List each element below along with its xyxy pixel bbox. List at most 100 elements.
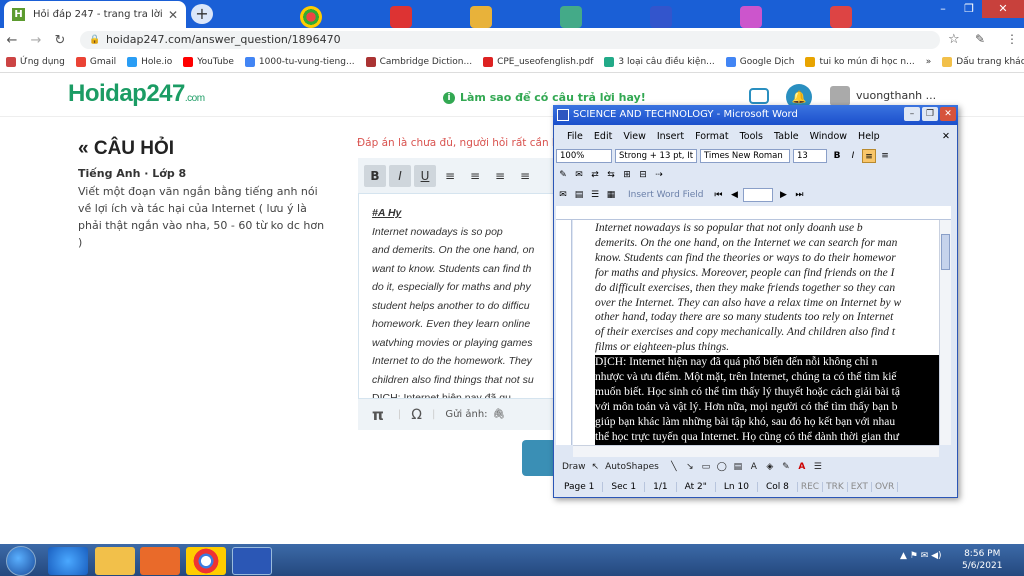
username[interactable]: vuongthanh ... xyxy=(856,89,936,102)
zoom-select[interactable]: 100% xyxy=(556,149,612,163)
select-pointer-icon[interactable]: ↖ xyxy=(592,462,600,472)
word-close-icon[interactable]: ✕ xyxy=(940,107,956,121)
align-center-icon[interactable]: ≡ xyxy=(464,165,486,187)
prev-record-icon[interactable]: ◀ xyxy=(727,188,741,202)
doc-icon[interactable]: ▤ xyxy=(572,188,586,202)
line-color-icon[interactable]: ✎ xyxy=(779,460,793,474)
menu-insert[interactable]: Insert xyxy=(657,131,684,142)
bookmark-more[interactable]: » xyxy=(926,57,932,67)
size-select[interactable]: 13 xyxy=(793,149,827,163)
menu-window[interactable]: Window xyxy=(810,131,847,142)
avatar[interactable] xyxy=(830,86,850,106)
word-align-center-icon[interactable]: ≡ xyxy=(878,149,892,163)
word-bold-button[interactable]: B xyxy=(830,149,844,163)
oval-icon[interactable]: ◯ xyxy=(715,460,729,474)
line-style-icon[interactable]: ☰ xyxy=(811,460,825,474)
site-logo[interactable]: Hoidap247.com xyxy=(68,80,205,108)
underline-button[interactable]: U xyxy=(414,164,436,187)
document-text[interactable]: Internet nowadays is so popular that not… xyxy=(595,221,939,445)
pi-button[interactable]: π xyxy=(372,406,384,424)
wordart-icon[interactable]: A xyxy=(747,460,761,474)
autoshapes-menu[interactable]: AutoShapes xyxy=(605,462,659,472)
align-left-icon[interactable]: ≡ xyxy=(439,165,461,187)
rectangle-icon[interactable]: ▭ xyxy=(699,460,713,474)
next-record-icon[interactable]: ▶ xyxy=(776,188,790,202)
back-arrow-icon[interactable]: ← xyxy=(0,33,24,48)
bookmark-cambridge[interactable]: Cambridge Diction... xyxy=(365,57,472,67)
record-input[interactable] xyxy=(743,188,774,202)
help-link[interactable]: i Làm sao để có câu trả lời hay! xyxy=(443,91,646,104)
textbox-icon[interactable]: ▤ xyxy=(731,460,745,474)
toolbar-icon-1[interactable]: ✎ xyxy=(556,168,570,182)
menu-edit[interactable]: Edit xyxy=(594,131,612,142)
star-icon[interactable]: ☆ xyxy=(948,32,960,47)
browser-tab[interactable]: H Hỏi đáp 247 - trang tra lời ✕ xyxy=(4,1,186,28)
toolbar-icon-3[interactable]: ⇄ xyxy=(588,168,602,182)
word-minimize-icon[interactable]: – xyxy=(904,107,920,121)
word-maximize-icon[interactable]: ❐ xyxy=(922,107,938,121)
paperclip-icon[interactable]: 🖇 xyxy=(493,409,506,420)
italic-button[interactable]: I xyxy=(389,164,411,187)
bookmark-conditional[interactable]: 3 loại câu điều kiện... xyxy=(604,57,715,67)
scroll-thumb[interactable] xyxy=(941,234,950,270)
menu-format[interactable]: Format xyxy=(695,131,728,142)
list-icon[interactable]: ☰ xyxy=(588,188,602,202)
extension-icon[interactable]: ✎ xyxy=(975,32,985,46)
bookmark-gmail[interactable]: Gmail xyxy=(75,57,116,67)
omega-button[interactable]: Ω xyxy=(411,407,422,423)
close-window-icon[interactable]: ✕ xyxy=(982,0,1024,18)
line-icon[interactable]: ╲ xyxy=(667,460,681,474)
tab-close-icon[interactable]: ✕ xyxy=(168,8,178,22)
bookmark-google-translate[interactable]: Google Dịch xyxy=(725,57,794,67)
chrome-icon[interactable] xyxy=(186,547,226,575)
menu-table[interactable]: Table xyxy=(774,131,799,142)
menu-tools[interactable]: Tools xyxy=(740,131,763,142)
align-right-icon[interactable]: ≡ xyxy=(489,165,511,187)
toolbar-icon-4[interactable]: ⇆ xyxy=(604,168,618,182)
bookmark-youtube[interactable]: YouTube xyxy=(183,57,234,67)
word-align-left-icon[interactable]: ≡ xyxy=(862,149,876,163)
word-italic-button[interactable]: I xyxy=(846,149,860,163)
new-tab-button[interactable]: + xyxy=(191,4,213,24)
toolbar-icon-2[interactable]: ✉ xyxy=(572,168,586,182)
menu-file[interactable]: File xyxy=(567,131,583,142)
menu-view[interactable]: View xyxy=(623,131,646,142)
menu-dots-icon[interactable]: ⋮ xyxy=(1006,32,1018,46)
bookmark-vocab[interactable]: 1000-tu-vung-tieng... xyxy=(244,57,355,67)
style-select[interactable]: Strong + 13 pt, It xyxy=(615,149,697,163)
table-icon[interactable]: ▦ xyxy=(604,188,618,202)
align-justify-icon[interactable]: ≡ xyxy=(514,165,536,187)
media-player-icon[interactable] xyxy=(140,547,180,575)
answer-text[interactable]: #A Hy Internet nowadays is so pop and de… xyxy=(372,204,558,408)
minimize-icon[interactable]: – xyxy=(930,0,956,18)
chat-icon[interactable] xyxy=(749,88,769,104)
last-record-icon[interactable]: ⏭ xyxy=(792,188,806,202)
toolbar-icon-5[interactable]: ⊞ xyxy=(620,168,634,182)
toolbar-icon-6[interactable]: ⊟ xyxy=(636,168,650,182)
ie-icon[interactable] xyxy=(48,547,88,575)
draw-menu[interactable]: Draw xyxy=(562,462,586,472)
doc-close-icon[interactable]: ✕ xyxy=(942,131,950,142)
bookmark-cpe[interactable]: CPE_useofenglish.pdf xyxy=(483,57,593,67)
bookmark-holeio[interactable]: Hole.io xyxy=(127,57,172,67)
word-taskbar-icon[interactable] xyxy=(232,547,272,575)
bookmark-other[interactable]: Dấu trang khác xyxy=(942,57,1024,67)
bookmark-hoidap[interactable]: tui ko mún đi học n... xyxy=(805,57,915,67)
forward-arrow-icon[interactable]: → xyxy=(24,33,48,48)
mail-icon[interactable]: ✉ xyxy=(556,188,570,202)
font-color-icon[interactable]: A xyxy=(795,460,809,474)
clock[interactable]: 8:56 PM 5/6/2021 xyxy=(962,548,1002,572)
bold-button[interactable]: B xyxy=(364,164,386,187)
arrow-icon[interactable]: ↘ xyxy=(683,460,697,474)
url-input[interactable]: 🔒 hoidap247.com/answer_question/1896470 xyxy=(80,31,940,49)
font-select[interactable]: Times New Roman xyxy=(700,149,790,163)
start-button[interactable] xyxy=(6,546,36,576)
vertical-scrollbar[interactable] xyxy=(939,220,951,445)
first-record-icon[interactable]: ⏮ xyxy=(711,188,725,202)
menu-help[interactable]: Help xyxy=(858,131,880,142)
maximize-icon[interactable]: ❐ xyxy=(956,0,982,18)
bookmark-apps[interactable]: Ứng dụng xyxy=(6,57,65,67)
explorer-icon[interactable] xyxy=(95,547,135,575)
horizontal-scrollbar[interactable] xyxy=(573,445,939,457)
fill-color-icon[interactable]: ◈ xyxy=(763,460,777,474)
